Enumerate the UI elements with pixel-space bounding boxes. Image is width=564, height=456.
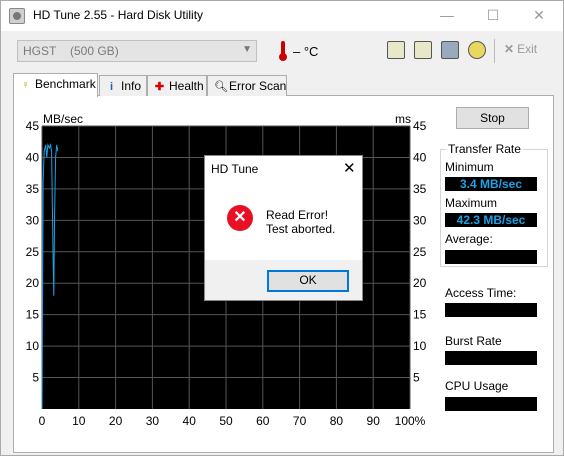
cpu-usage-value — [445, 397, 537, 411]
tab-info[interactable]: i Info — [99, 75, 147, 96]
chevron-down-icon: ▼ — [242, 44, 252, 55]
x-tick-label: 0 — [39, 414, 46, 428]
x-tick-labels: 0 10 20 30 40 50 60 70 80 90 100% — [39, 414, 426, 428]
x-tick-label: 10 — [72, 414, 86, 428]
transfer-rate-title: Transfer Rate — [446, 142, 523, 156]
title-bar: HD Tune 2.55 - Hard Disk Utility — ☐ ✕ — [1, 1, 563, 31]
x-tick-label: 70 — [293, 414, 307, 428]
burst-rate-value — [445, 351, 537, 365]
y-tick-label-left: 20 — [26, 276, 40, 290]
minimum-value: 3.4 MB/sec — [445, 177, 537, 191]
error-dialog: HD Tune ✕ ✕ Read Error! Test aborted. OK — [204, 155, 363, 301]
y-tick-label-left: 10 — [26, 339, 40, 353]
app-icon — [9, 8, 25, 24]
copy-image-icon[interactable] — [414, 41, 432, 59]
exit-button[interactable]: ✕ Exit — [504, 42, 537, 56]
minimum-label: Minimum — [445, 160, 494, 174]
dialog-title: HD Tune — [211, 162, 259, 176]
average-label: Average: — [445, 232, 493, 246]
x-tick-label: 60 — [256, 414, 270, 428]
drive-size: (500 GB) — [70, 44, 119, 58]
drive-model: HGST — [23, 44, 57, 58]
y-tick-label-right: 5 — [413, 371, 420, 385]
toolbar-separator — [494, 39, 495, 63]
window-title: HD Tune 2.55 - Hard Disk Utility — [33, 8, 204, 22]
y-tick-label-left: 30 — [26, 213, 40, 227]
minimize-button[interactable]: — — [424, 1, 470, 31]
drive-dropdown[interactable]: HGST (500 GB) ▼ — [17, 40, 257, 62]
error-scan-icon: 🔍︎ — [214, 81, 228, 93]
maximize-button[interactable]: ☐ — [470, 1, 516, 31]
x-tick-label: 50 — [219, 414, 233, 428]
dialog-button-bar: OK — [205, 260, 362, 300]
y-tick-label-right: 45 — [413, 119, 427, 133]
x-tick-label: 80 — [330, 414, 344, 428]
dialog-close-button[interactable]: ✕ — [343, 159, 356, 177]
y-tick-label-left: 45 — [26, 119, 40, 133]
tab-error-scan[interactable]: 🔍︎Error Scan — [207, 75, 287, 96]
access-time-value — [445, 303, 537, 317]
y-tick-label-left: 40 — [26, 150, 40, 164]
y-tick-label-left: 25 — [26, 245, 40, 259]
y-tick-labels-left: 45 40 35 30 25 20 15 10 5 — [26, 119, 40, 385]
maximum-value: 42.3 MB/sec — [445, 213, 537, 227]
y-tick-label-right: 30 — [413, 213, 427, 227]
tab-label: Error Scan — [229, 79, 287, 93]
x-tick-label: 40 — [183, 414, 197, 428]
y-tick-label-right: 40 — [413, 150, 427, 164]
thermometer-icon — [279, 41, 287, 61]
burst-rate-label: Burst Rate — [445, 334, 502, 348]
y-tick-label-left: 35 — [26, 182, 40, 196]
y-tick-label-right: 25 — [413, 245, 427, 259]
y-tick-label-right: 35 — [413, 182, 427, 196]
tab-health[interactable]: ✚ Health — [147, 75, 207, 96]
info-icon: i — [109, 81, 114, 93]
dialog-message-line2: Test aborted. — [266, 222, 336, 236]
stop-button[interactable]: Stop — [456, 107, 529, 129]
y-axis-label-left: MB/sec — [43, 112, 83, 126]
x-tick-label: 20 — [109, 414, 123, 428]
save-icon[interactable] — [441, 41, 459, 59]
y-tick-label-left: 5 — [32, 371, 39, 385]
dialog-message: Read Error! Test aborted. — [266, 208, 335, 236]
error-icon: ✕ — [227, 205, 253, 231]
y-tick-label-left: 15 — [26, 308, 40, 322]
tab-benchmark[interactable]: ♀ Benchmark — [13, 73, 98, 97]
x-tick-label: 30 — [146, 414, 160, 428]
average-value — [445, 250, 537, 264]
y-tick-label-right: 10 — [413, 339, 427, 353]
dialog-message-line1: Read Error! — [266, 208, 329, 222]
exit-label: Exit — [517, 42, 538, 56]
health-icon: ✚ — [154, 81, 165, 93]
temperature-readout: – °C — [293, 44, 319, 59]
x-tick-label: 90 — [367, 414, 381, 428]
exit-icon: ✕ — [504, 42, 515, 56]
access-time-label: Access Time: — [445, 286, 517, 300]
y-axis-label-right: ms — [395, 112, 411, 126]
x-tick-label: 100% — [395, 414, 426, 428]
tab-label: Health — [169, 79, 204, 93]
ok-button[interactable]: OK — [267, 270, 349, 292]
y-tick-label-right: 20 — [413, 276, 427, 290]
y-tick-labels-right: 45 40 35 30 25 20 15 10 5 — [413, 119, 427, 385]
hdtune-window: HD Tune 2.55 - Hard Disk Utility — ☐ ✕ H… — [0, 0, 564, 456]
close-button[interactable]: ✕ — [516, 1, 562, 31]
tab-label: Benchmark — [35, 77, 96, 91]
benchmark-icon: ♀ — [21, 79, 30, 91]
tab-label: Info — [121, 79, 142, 93]
maximum-label: Maximum — [445, 196, 498, 210]
y-tick-label-right: 15 — [413, 308, 427, 322]
cpu-usage-label: CPU Usage — [445, 379, 509, 393]
options-icon[interactable] — [468, 41, 486, 59]
copy-text-icon[interactable] — [387, 41, 405, 59]
